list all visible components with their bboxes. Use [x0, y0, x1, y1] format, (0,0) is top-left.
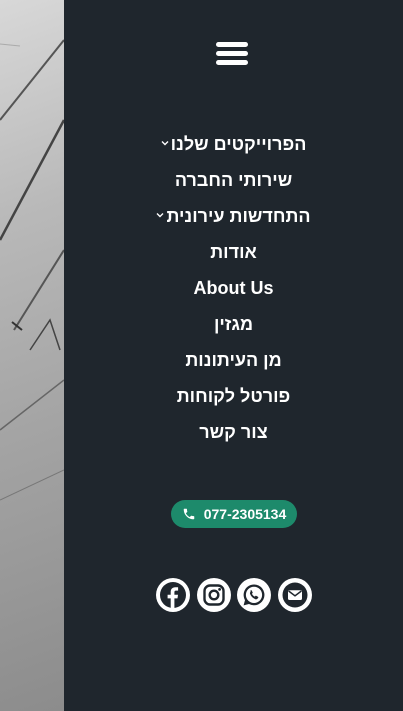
- nav-item-press[interactable]: מן העיתונות: [64, 342, 403, 378]
- nav-item-about-us[interactable]: About Us: [64, 270, 403, 306]
- nav-item-label: התחדשות עירונית: [166, 205, 311, 226]
- side-menu-panel: הפרוייקטים שלנו שירותי החברה התחדשות עיר…: [64, 0, 403, 711]
- nav-item-label: About Us: [193, 277, 274, 298]
- nav-item-contact[interactable]: צור קשר: [64, 414, 403, 450]
- nav-item-magazine[interactable]: מגזין: [64, 306, 403, 342]
- social-links: [156, 578, 312, 612]
- nav-item-label: שירותי החברה: [174, 169, 293, 190]
- phone-icon: [182, 507, 196, 521]
- nav-item-label: צור קשר: [199, 421, 268, 442]
- phone-button[interactable]: 077-2305134: [171, 500, 297, 528]
- nav-item-label: מן העיתונות: [185, 349, 282, 370]
- hamburger-menu-icon[interactable]: [214, 40, 250, 68]
- phone-number: 077-2305134: [203, 506, 287, 522]
- nav-item-client-portal[interactable]: פורטל לקוחות: [64, 378, 403, 414]
- instagram-icon: [202, 583, 226, 607]
- nav-item-label: פורטל לקוחות: [176, 385, 291, 406]
- facebook-link[interactable]: [156, 578, 190, 612]
- instagram-link[interactable]: [196, 578, 231, 612]
- nav-item-label: אודות: [210, 241, 257, 262]
- nav-item-about[interactable]: אודות: [64, 234, 403, 270]
- background-photo: [0, 0, 64, 711]
- whatsapp-icon: [241, 582, 267, 608]
- nav-item-urban-renewal[interactable]: התחדשות עירונית: [64, 198, 403, 234]
- facebook-icon: [159, 581, 187, 609]
- chevron-down-icon: [156, 211, 164, 219]
- nav-item-label: הפרוייקטים שלנו: [170, 133, 307, 154]
- chevron-down-icon: [161, 139, 169, 147]
- main-nav: הפרוייקטים שלנו שירותי החברה התחדשות עיר…: [64, 126, 403, 450]
- email-link[interactable]: [277, 578, 312, 612]
- nav-item-services[interactable]: שירותי החברה: [64, 162, 403, 198]
- nav-item-projects[interactable]: הפרוייקטים שלנו: [64, 126, 403, 162]
- email-icon: [282, 582, 308, 608]
- whatsapp-link[interactable]: [237, 578, 272, 612]
- nav-item-label: מגזין: [213, 313, 254, 334]
